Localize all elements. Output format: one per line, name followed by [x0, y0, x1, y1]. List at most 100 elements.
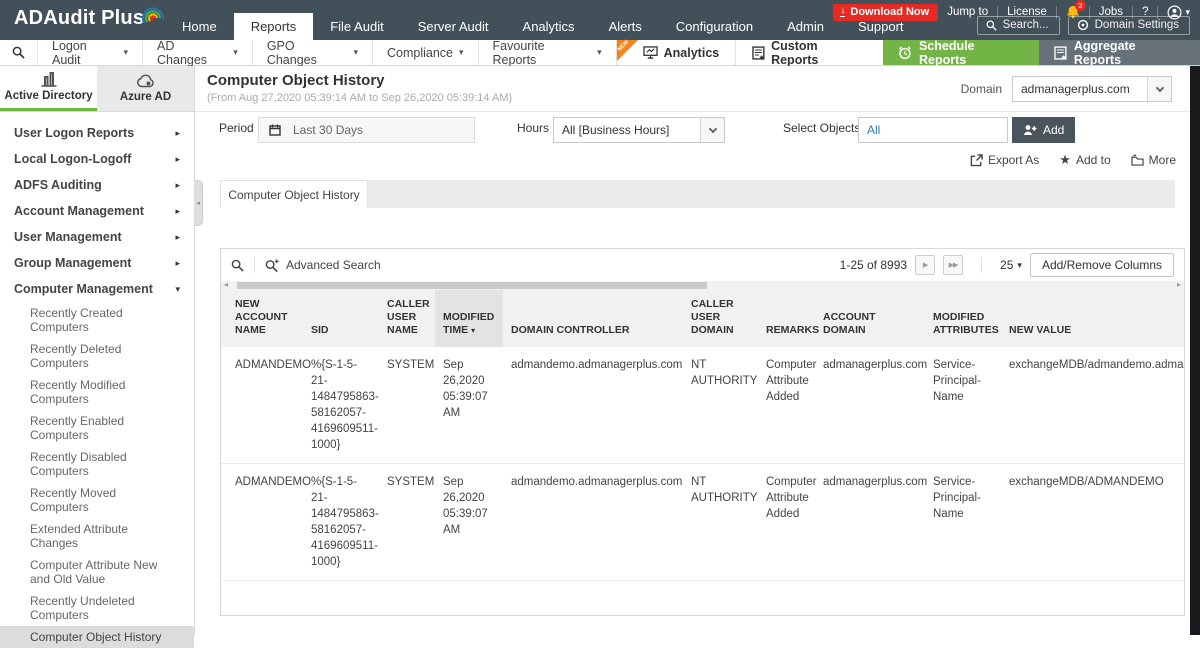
table-row[interactable]: ADMANDEMO %{S-1-5-21-1484795863-58162057…: [221, 464, 1184, 581]
col-caller-user-domain[interactable]: CALLER USER DOMAIN: [683, 290, 758, 347]
sidebar-collapse-handle[interactable]: ◂: [194, 180, 203, 226]
top-navigation: Home Reports File Audit Server Audit Ana…: [165, 13, 921, 40]
horizontal-scrollbar[interactable]: ◂ ▸: [221, 281, 1184, 290]
col-domain-controller[interactable]: DOMAIN CONTROLLER: [503, 290, 683, 347]
quick-actions-row: Search... Domain Settings: [977, 16, 1190, 35]
col-new-account-name[interactable]: NEW ACCOUNT NAME: [221, 290, 303, 347]
download-icon: ↓: [840, 6, 845, 17]
subitem-computer-object-history[interactable]: Computer Object History: [0, 626, 194, 648]
report-table: NEW ACCOUNT NAME SID CALLER USER NAME MO…: [221, 290, 1184, 581]
sidebar-item-computer-management[interactable]: Computer Management ▾: [0, 276, 194, 302]
domain-selector-group: Domain admanagerplus.com: [961, 76, 1172, 102]
more-button[interactable]: More: [1131, 153, 1176, 167]
next-page-button[interactable]: ▶: [915, 255, 935, 275]
page-size-select[interactable]: 25 ▾: [1000, 258, 1022, 272]
nav-file-audit[interactable]: File Audit: [313, 13, 400, 40]
last-page-button[interactable]: ▶▶: [943, 255, 963, 275]
cell-account-domain: admanagerplus.com: [815, 347, 925, 464]
report-actions-row: Export As ★ Add to More: [195, 148, 1190, 172]
subitem-extended-attribute-changes[interactable]: Extended Attribute Changes: [0, 518, 194, 554]
filter-row: Period Last 30 Days Hours All [Business …: [195, 112, 1190, 148]
cell-new-account-name: ADMANDEMO: [221, 464, 303, 581]
period-label: Period: [219, 121, 254, 135]
scroll-left-icon[interactable]: ◂: [224, 280, 228, 289]
cell-modified-time: Sep 26,2020 05:39:07 AM: [435, 347, 503, 464]
add-to-button[interactable]: ★ Add to: [1059, 152, 1110, 168]
select-objects-label: Select Objects: [783, 121, 860, 135]
cell-domain-controller: admandemo.admanagerplus.com: [503, 347, 683, 464]
domain-select[interactable]: admanagerplus.com: [1012, 76, 1172, 102]
subitem-recently-disabled-computers[interactable]: Recently Disabled Computers: [0, 446, 194, 482]
reports-search-button[interactable]: [0, 40, 37, 65]
report-panel: Advanced Search 1-25 of 8993 ▶ ▶▶ 25 ▾ A…: [220, 248, 1185, 616]
menu-logon-audit[interactable]: Logon Audit ▾: [37, 40, 142, 65]
pagination-info: 1-25 of 8993: [840, 258, 907, 272]
schedule-reports-button[interactable]: Schedule Reports: [883, 40, 1039, 65]
menu-gpo-changes[interactable]: GPO Changes ▾: [252, 40, 372, 65]
sidebar-item-group-management[interactable]: Group Management ▸: [0, 250, 194, 276]
divider: [254, 257, 255, 273]
col-account-domain[interactable]: ACCOUNT DOMAIN: [815, 290, 925, 347]
folder-icon: [1131, 154, 1144, 166]
subitem-recently-enabled-computers[interactable]: Recently Enabled Computers: [0, 410, 194, 446]
sidebar-item-local-logon-logoff[interactable]: Local Logon-Logoff ▸: [0, 146, 194, 172]
sidebar: Active Directory Azure AD User Logon Rep…: [0, 66, 195, 635]
advanced-search-button[interactable]: Advanced Search: [265, 258, 381, 272]
hours-select[interactable]: All [Business Hours]: [553, 117, 725, 143]
cell-caller-user-domain: NT AUTHORITY: [683, 464, 758, 581]
col-sid[interactable]: SID: [303, 290, 379, 347]
nav-home[interactable]: Home: [165, 13, 234, 40]
download-now-button[interactable]: ↓ Download Now: [833, 4, 938, 21]
domain-settings-button[interactable]: Domain Settings: [1068, 16, 1190, 35]
tab-computer-object-history[interactable]: Computer Object History: [220, 180, 368, 208]
select-objects-input[interactable]: All: [858, 117, 1008, 143]
chevron-down-icon: ▾: [597, 47, 602, 58]
nav-alerts[interactable]: Alerts: [592, 13, 659, 40]
divider: [981, 257, 982, 273]
subitem-recently-moved-computers[interactable]: Recently Moved Computers: [0, 482, 194, 518]
search-icon: [231, 259, 244, 272]
menu-favourite-reports[interactable]: Favourite Reports ▾: [478, 40, 616, 65]
nav-configuration[interactable]: Configuration: [659, 13, 770, 40]
tab-azure-ad[interactable]: Azure AD: [97, 66, 194, 111]
period-picker[interactable]: Last 30 Days: [258, 117, 475, 143]
add-remove-columns-button[interactable]: Add/Remove Columns: [1030, 253, 1174, 277]
scroll-right-icon[interactable]: ▸: [1177, 280, 1181, 289]
nav-reports[interactable]: Reports: [234, 13, 314, 40]
sidebar-item-account-management[interactable]: Account Management ▸: [0, 198, 194, 224]
nav-server-audit[interactable]: Server Audit: [401, 13, 506, 40]
col-new-value[interactable]: NEW VALUE: [1001, 290, 1184, 347]
custom-reports-button[interactable]: Custom Reports: [735, 40, 883, 65]
sidebar-item-user-logon-reports[interactable]: User Logon Reports ▸: [0, 120, 194, 146]
subitem-recently-created-computers[interactable]: Recently Created Computers: [0, 302, 194, 338]
nav-admin[interactable]: Admin: [770, 13, 841, 40]
subitem-recently-deleted-computers[interactable]: Recently Deleted Computers: [0, 338, 194, 374]
col-caller-user-name[interactable]: CALLER USER NAME: [379, 290, 435, 347]
star-icon: ★: [1059, 152, 1071, 168]
advanced-search-icon: [265, 258, 280, 272]
col-modified-attributes[interactable]: MODIFIED ATTRIBUTES: [925, 290, 1001, 347]
col-modified-time[interactable]: MODIFIED TIME▾: [435, 290, 503, 347]
table-row[interactable]: ADMANDEMO %{S-1-5-21-1484795863-58162057…: [221, 347, 1184, 464]
subitem-recently-undeleted-computers[interactable]: Recently Undeleted Computers: [0, 590, 194, 626]
chevron-right-icon: ▸: [175, 258, 180, 269]
nav-analytics[interactable]: Analytics: [506, 13, 592, 40]
menu-ad-changes[interactable]: AD Changes ▾: [142, 40, 252, 65]
chevron-left-icon: ◂: [196, 199, 200, 207]
col-remarks[interactable]: REMARKS: [758, 290, 815, 347]
sidebar-item-user-management[interactable]: User Management ▸: [0, 224, 194, 250]
tab-active-directory[interactable]: Active Directory: [0, 66, 97, 111]
export-as-button[interactable]: Export As: [970, 153, 1039, 167]
subitem-computer-attribute-new-old-value[interactable]: Computer Attribute New and Old Value: [0, 554, 194, 590]
right-edge-panel: [1190, 66, 1200, 635]
aggregate-reports-button[interactable]: Aggregate Reports: [1039, 40, 1200, 65]
menu-compliance[interactable]: Compliance ▾: [372, 40, 478, 65]
cell-modified-attributes: Service-Principal-Name: [925, 464, 1001, 581]
add-objects-button[interactable]: Add: [1012, 117, 1075, 143]
scrollbar-thumb[interactable]: [237, 282, 707, 289]
grid-search-button[interactable]: [231, 259, 244, 272]
analytics-button[interactable]: NEW Analytics: [616, 40, 736, 65]
subitem-recently-modified-computers[interactable]: Recently Modified Computers: [0, 374, 194, 410]
global-search-button[interactable]: Search...: [977, 16, 1060, 35]
sidebar-item-adfs-auditing[interactable]: ADFS Auditing ▸: [0, 172, 194, 198]
